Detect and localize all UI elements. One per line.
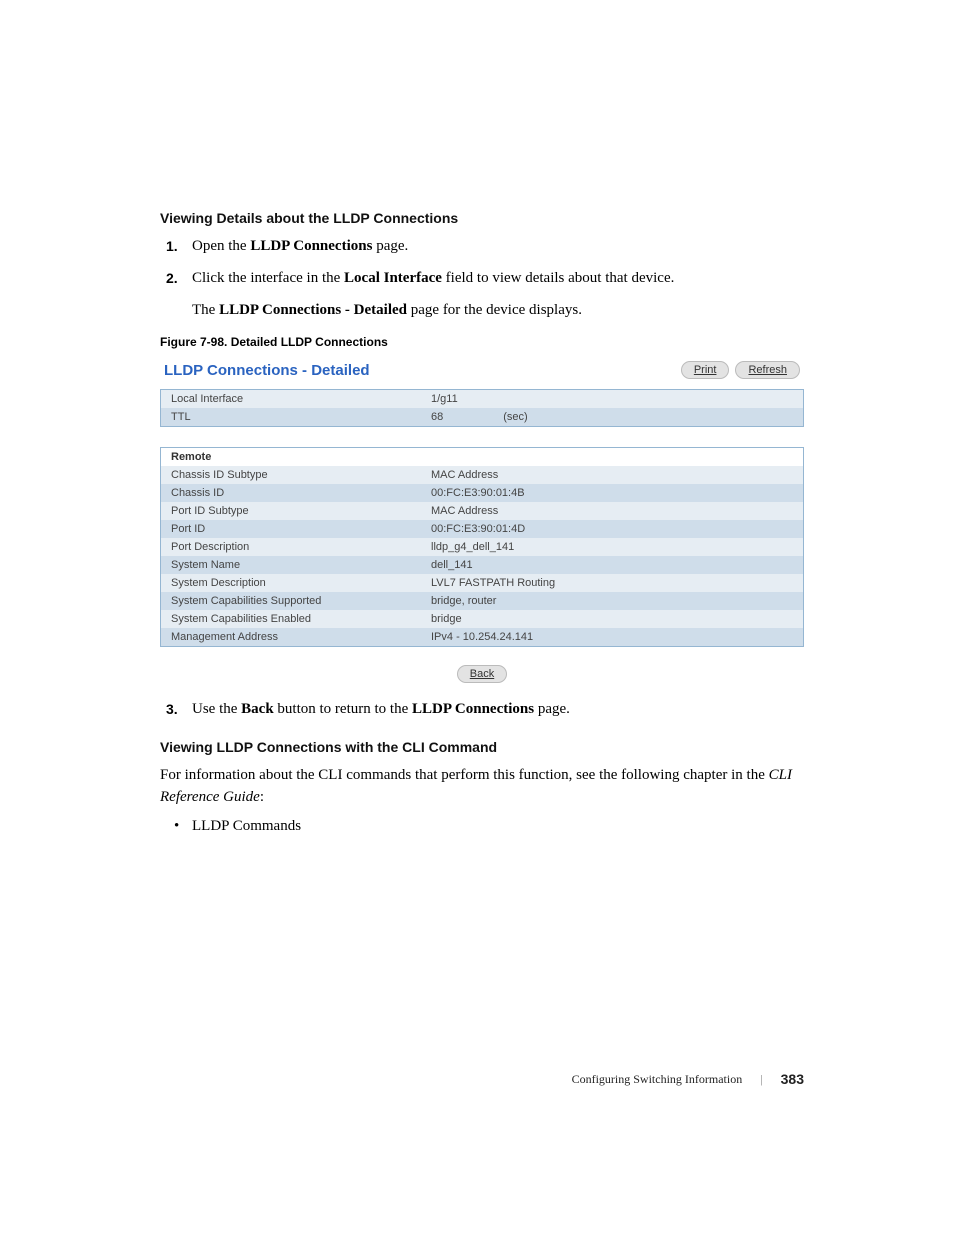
cell-value: dell_141: [431, 559, 473, 571]
table-row: Port ID SubtypeMAC Address: [161, 502, 803, 520]
text: Use the: [192, 701, 241, 717]
lldp-detail-screenshot: LLDP Connections - Detailed Print Refres…: [160, 361, 804, 683]
text: For information about the CLI commands t…: [160, 767, 769, 783]
cell-value-group: 68 (sec): [431, 411, 528, 423]
cell-label: Chassis ID Subtype: [171, 469, 431, 481]
cell-label: Port ID: [171, 523, 431, 535]
cell-label: TTL: [171, 411, 431, 423]
ordered-steps-2: 3. Use the Back button to return to the …: [166, 699, 804, 721]
text: Click the interface in the: [192, 270, 344, 286]
table-row: Local Interface 1/g11: [161, 390, 803, 408]
section-heading-1: Viewing Details about the LLDP Connectio…: [160, 210, 804, 226]
bullet-icon: •: [174, 815, 192, 838]
cell-unit: (sec): [503, 411, 527, 423]
cell-value: MAC Address: [431, 505, 498, 517]
text: page for the device displays.: [411, 302, 582, 318]
ordered-steps-1: 1. Open the LLDP Connections page. 2. Cl…: [166, 236, 804, 321]
cell-value: lldp_g4_dell_141: [431, 541, 514, 553]
page: Viewing Details about the LLDP Connectio…: [0, 0, 954, 1235]
table-row: TTL 68 (sec): [161, 408, 803, 426]
text-bold: LLDP Connections: [250, 238, 372, 254]
page-footer: Configuring Switching Information | 383: [572, 1071, 804, 1087]
table-row: Chassis ID00:FC:E3:90:01:4B: [161, 484, 803, 502]
table-row: Port ID00:FC:E3:90:01:4D: [161, 520, 803, 538]
section-heading-2: Viewing LLDP Connections with the CLI Co…: [160, 739, 804, 755]
cell-value: 00:FC:E3:90:01:4B: [431, 487, 525, 499]
table-row: Port Descriptionlldp_g4_dell_141: [161, 538, 803, 556]
refresh-button[interactable]: Refresh: [735, 361, 800, 379]
back-button[interactable]: Back: [457, 665, 507, 683]
footer-separator-icon: |: [760, 1072, 762, 1087]
step-body: Open the LLDP Connections page.: [192, 236, 804, 258]
cell-value: MAC Address: [431, 469, 498, 481]
step-3: 3. Use the Back button to return to the …: [166, 699, 804, 721]
step-number: 3.: [166, 699, 192, 721]
text-bold: Local Interface: [344, 270, 442, 286]
screenshot-header: LLDP Connections - Detailed Print Refres…: [160, 361, 804, 389]
page-number: 383: [781, 1071, 804, 1087]
cell-label: Chassis ID: [171, 487, 431, 499]
table-row: Management AddressIPv4 - 10.254.24.141: [161, 628, 803, 646]
cell-label: Port Description: [171, 541, 431, 553]
text-bold: LLDP Connections: [412, 701, 534, 717]
print-button[interactable]: Print: [681, 361, 730, 379]
step-body: Use the Back button to return to the LLD…: [192, 699, 804, 721]
cell-label: System Capabilities Supported: [171, 595, 431, 607]
table-row: System Capabilities Supportedbridge, rou…: [161, 592, 803, 610]
cell-value: IPv4 - 10.254.24.141: [431, 631, 533, 643]
remote-section: Remote Chassis ID SubtypeMAC Address Cha…: [160, 447, 804, 647]
cell-label: System Description: [171, 577, 431, 589]
text-bold: LLDP Connections - Detailed: [219, 302, 407, 318]
text: page.: [538, 701, 570, 717]
list-item-text: LLDP Commands: [192, 815, 301, 838]
step-body: Click the interface in the Local Interfa…: [192, 268, 804, 322]
cell-label: Port ID Subtype: [171, 505, 431, 517]
cell-label: System Capabilities Enabled: [171, 613, 431, 625]
top-section: Local Interface 1/g11 TTL 68 (sec): [160, 389, 804, 427]
step-number: 2.: [166, 268, 192, 322]
cell-value: bridge, router: [431, 595, 496, 607]
table-row: System DescriptionLVL7 FASTPATH Routing: [161, 574, 803, 592]
list-item: • LLDP Commands: [174, 815, 804, 838]
text: field to view details about that device.: [446, 270, 675, 286]
text: :: [260, 789, 264, 805]
spacer: [160, 427, 804, 447]
figure-label: Figure 7-98. Detailed LLDP Connections: [160, 335, 804, 349]
paragraph: For information about the CLI commands t…: [160, 765, 804, 809]
section-header-remote: Remote: [161, 448, 803, 466]
bullet-list: • LLDP Commands: [174, 815, 804, 838]
cell-value: 68: [431, 411, 443, 423]
text: button to return to the: [277, 701, 412, 717]
text: The: [192, 302, 219, 318]
table-row: System Namedell_141: [161, 556, 803, 574]
step-number: 1.: [166, 236, 192, 258]
cell-label: System Name: [171, 559, 431, 571]
footer-chapter: Configuring Switching Information: [572, 1072, 743, 1087]
cell-value: bridge: [431, 613, 462, 625]
step-2: 2. Click the interface in the Local Inte…: [166, 268, 804, 322]
text-bold: Back: [241, 701, 274, 717]
cell-value: LVL7 FASTPATH Routing: [431, 577, 555, 589]
back-button-row: Back: [160, 665, 804, 683]
table-row: System Capabilities Enabledbridge: [161, 610, 803, 628]
text: Open the: [192, 238, 250, 254]
cell-label: Management Address: [171, 631, 431, 643]
step-1: 1. Open the LLDP Connections page.: [166, 236, 804, 258]
cell-label: Local Interface: [171, 393, 431, 405]
cell-value: 00:FC:E3:90:01:4D: [431, 523, 525, 535]
text: page.: [376, 238, 408, 254]
panel-title: LLDP Connections - Detailed: [164, 362, 370, 379]
table-row: Chassis ID SubtypeMAC Address: [161, 466, 803, 484]
cell-value: 1/g11: [431, 393, 458, 405]
panel-buttons: Print Refresh: [681, 361, 800, 379]
